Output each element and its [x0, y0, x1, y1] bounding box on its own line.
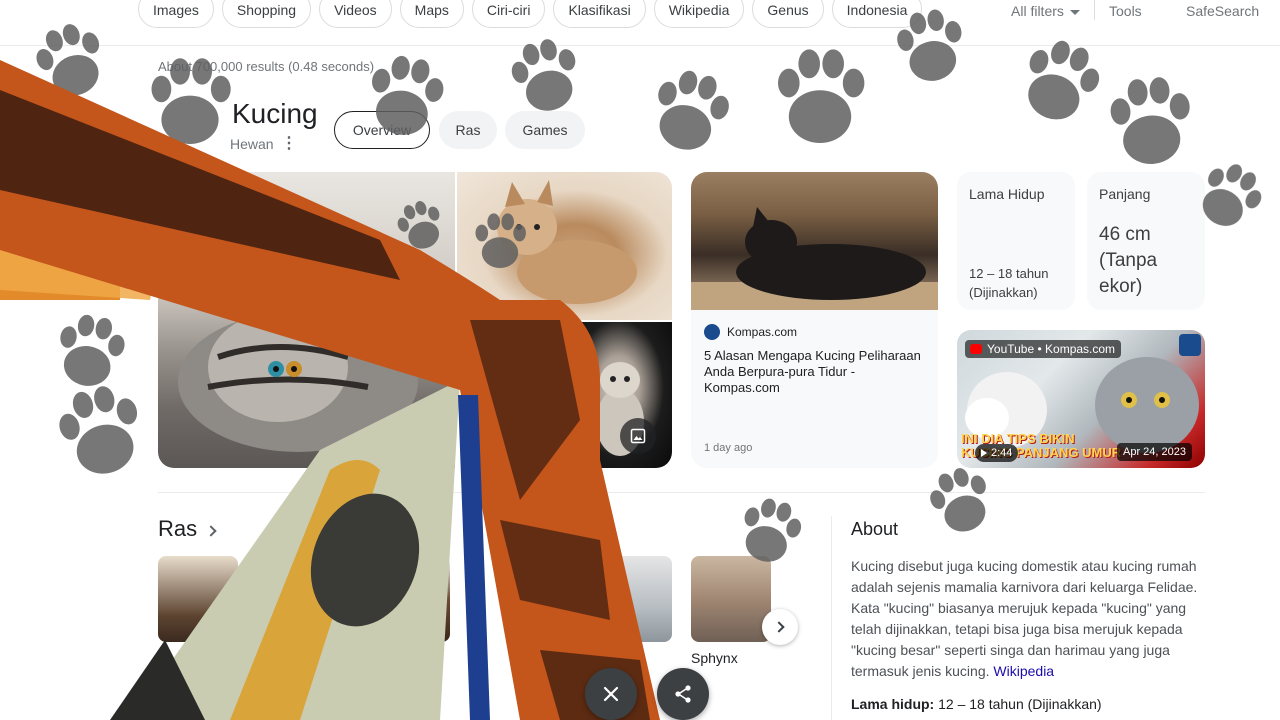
- sleeping-cat-illustration: [691, 207, 938, 310]
- news-card-image: [691, 172, 938, 310]
- breed-image-sphynx[interactable]: [691, 556, 771, 642]
- chevron-right-icon: [205, 524, 217, 537]
- ras-heading-label: Ras: [158, 516, 198, 541]
- chip-genus[interactable]: Genus: [752, 0, 824, 28]
- knowledge-panel-title: Kucing: [232, 98, 318, 129]
- kompas-logo-icon: [1179, 334, 1201, 356]
- chip-shopping[interactable]: Shopping: [221, 0, 312, 28]
- fact-label: Panjang: [1099, 186, 1151, 202]
- ras-heading[interactable]: Ras: [158, 516, 217, 542]
- tab-overview[interactable]: Overview: [334, 111, 430, 149]
- about-divider: [831, 516, 832, 720]
- video-card[interactable]: YouTube • Kompas.com INI DIA TIPS BIKIN …: [957, 330, 1205, 468]
- news-source: Kompas.com: [727, 325, 798, 339]
- knowledge-panel-subtitle: Hewan: [230, 136, 274, 152]
- image-icon: [630, 428, 646, 444]
- news-card[interactable]: Kompas.com 5 Alasan Mengapa Kucing Pelih…: [691, 172, 938, 468]
- chip-list: Images Shopping Videos Maps Ciri-ciri Kl…: [138, 0, 923, 28]
- news-title[interactable]: 5 Alasan Mengapa Kucing Peliharaan Anda …: [704, 348, 929, 396]
- chip-videos[interactable]: Videos: [319, 0, 392, 28]
- fact-value: 12 – 18 tahun (Dijinakkan): [969, 266, 1049, 300]
- fact-card-length[interactable]: Panjang 46 cm (Tanpa ekor): [1087, 172, 1205, 310]
- about-description: Kucing disebut juga kucing domestik atau…: [851, 558, 1198, 679]
- kitten-image[interactable]: [457, 172, 672, 320]
- result-stats: About 700,000 results (0.48 seconds): [158, 59, 375, 74]
- chip-klasifikasi[interactable]: Klasifikasi: [553, 0, 646, 28]
- about-fact-value: 12 – 18 tahun (Dijinakkan): [938, 696, 1102, 712]
- divider: [1094, 0, 1095, 20]
- fact-card-lifespan[interactable]: Lama Hidup 12 – 18 tahun (Dijinakkan): [957, 172, 1075, 310]
- section-divider: [158, 492, 1205, 493]
- tab-games[interactable]: Games: [505, 111, 585, 149]
- wikipedia-link[interactable]: Wikipedia: [993, 663, 1054, 679]
- video-source: YouTube • Kompas.com: [987, 342, 1116, 356]
- video-duration: 2:44: [975, 444, 1019, 462]
- chip-wikipedia[interactable]: Wikipedia: [653, 0, 745, 28]
- fact-label: Lama Hidup: [969, 186, 1045, 202]
- close-button[interactable]: [585, 668, 637, 720]
- news-time: 1 day ago: [704, 442, 753, 454]
- about-text: Kucing disebut juga kucing domestik atau…: [851, 556, 1211, 682]
- video-date: Apr 24, 2023: [1117, 443, 1192, 461]
- more-options-icon[interactable]: ⋮: [281, 133, 297, 153]
- breed-label-sphynx[interactable]: Sphynx: [691, 650, 738, 666]
- share-button[interactable]: [657, 668, 709, 720]
- black-kitten-image[interactable]: [565, 322, 672, 468]
- all-filters-button[interactable]: All filters: [1011, 3, 1080, 19]
- breed-label-maine-coon[interactable]: Maine coon: [371, 650, 443, 666]
- close-icon: [603, 686, 619, 702]
- video-duration-text: 2:44: [991, 447, 1013, 459]
- kitten-illustration: [497, 180, 637, 304]
- breed-image-maine-coon[interactable]: [370, 556, 450, 642]
- play-icon: [981, 449, 987, 457]
- tabby-cat-illustration: [178, 312, 418, 452]
- fact-value: 46 cm (Tanpa ekor): [1099, 224, 1158, 297]
- about-fact-lifespan: Lama hidup: 12 – 18 tahun (Dijinakkan): [851, 696, 1102, 712]
- filter-chip-bar: Images Shopping Videos Maps Ciri-ciri Kl…: [0, 0, 1280, 46]
- more-images-button[interactable]: [620, 418, 656, 454]
- share-icon: [675, 685, 691, 703]
- breed-image[interactable]: [595, 556, 672, 642]
- caret-down-icon: [1069, 9, 1080, 15]
- video-source-badge: YouTube • Kompas.com: [965, 340, 1122, 358]
- about-fact-label: Lama hidup:: [851, 696, 935, 712]
- youtube-icon: [970, 344, 982, 354]
- safesearch-button[interactable]: SafeSearch: [1186, 3, 1259, 19]
- tools-button[interactable]: Tools: [1109, 3, 1142, 19]
- chip-images[interactable]: Images: [138, 0, 214, 28]
- main-cat-image[interactable]: [158, 172, 455, 468]
- chip-indonesia[interactable]: Indonesia: [831, 0, 923, 28]
- chip-ciri-ciri[interactable]: Ciri-ciri: [471, 0, 546, 28]
- chip-maps[interactable]: Maps: [399, 0, 464, 28]
- next-button[interactable]: [762, 609, 798, 645]
- tab-ras[interactable]: Ras: [439, 111, 497, 149]
- about-title: About: [851, 519, 899, 539]
- kompas-logo-icon: [704, 324, 720, 340]
- white-kitten-illustration: [596, 362, 644, 456]
- chevron-right-icon: [772, 621, 785, 633]
- breed-image[interactable]: [158, 556, 238, 642]
- all-filters-label: All filters: [1011, 3, 1064, 19]
